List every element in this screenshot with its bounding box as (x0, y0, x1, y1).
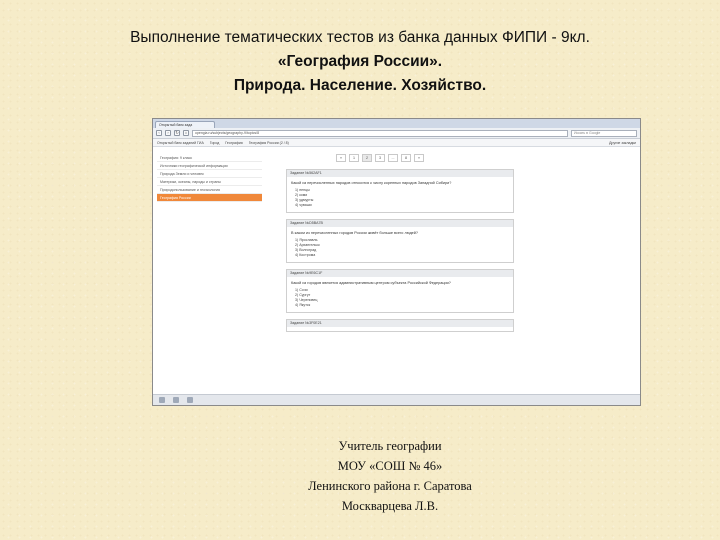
task-header: Задание №D5BA7B (287, 220, 513, 227)
author-school: МОУ «СОШ № 46» (337, 459, 443, 473)
sidebar-item-ecology[interactable]: Природопользование и геоэкология (157, 186, 262, 194)
pager-next[interactable]: » (414, 154, 424, 162)
tab-bar: Открытый банк зада (153, 119, 640, 128)
sidebar-item-russia[interactable]: География России (157, 194, 262, 202)
task-card: Задание №562AF1 Какой из перечисленных н… (286, 169, 514, 213)
author-name: Москварцева Л.В. (341, 499, 439, 513)
sidebar-item-sources[interactable]: Источники географической информации (157, 162, 262, 170)
other-bookmarks[interactable]: Другие закладки (609, 141, 636, 145)
task-card: Задание №9E6C1F Какой из городов являетс… (286, 269, 514, 313)
bookmark-item[interactable]: Город (210, 141, 219, 145)
browser-screenshot: Открытый банк зада ‹ › ↻ ⌂ opengia.ru/su… (152, 118, 641, 406)
sidebar: География: 9 класс Источники географичес… (153, 148, 266, 394)
navigation-bar: ‹ › ↻ ⌂ opengia.ru/subjects/geography-9/… (153, 128, 640, 139)
reload-icon[interactable]: ↻ (174, 130, 180, 136)
page-content: География: 9 класс Источники географичес… (153, 148, 640, 394)
sidebar-item-nature[interactable]: Природа Земли и человек (157, 170, 262, 178)
task-header: Задание №3F0E21 (287, 320, 513, 327)
title-line-2: «География России». (277, 53, 443, 70)
search-input[interactable]: Искать в Google (571, 129, 637, 137)
task-header: Задание №562AF1 (287, 170, 513, 177)
taskbar (153, 394, 640, 405)
task-card: Задание №3F0E21 (286, 319, 514, 332)
task-question: В каком из перечисленных городов России … (291, 231, 419, 235)
address-bar[interactable]: opengia.ru/subjects/geography-9/topics/8 (192, 129, 568, 137)
forward-icon[interactable]: › (165, 130, 171, 136)
pager-prev[interactable]: « (336, 154, 346, 162)
task-option[interactable]: 4) Кострома (287, 253, 513, 258)
sidebar-item-grade[interactable]: География: 9 класс (157, 154, 262, 162)
pager-page-current[interactable]: 2 (362, 154, 372, 162)
back-icon[interactable]: ‹ (156, 130, 162, 136)
title-line-1: Выполнение тематических тестов из банка … (130, 29, 590, 46)
task-card: Задание №D5BA7B В каком из перечисленных… (286, 219, 514, 263)
tasks-panel: « 1 2 3 ... 8 » Задание №562AF1 Какой из… (266, 148, 640, 394)
start-icon[interactable] (159, 397, 165, 403)
pager-page[interactable]: 8 (401, 154, 411, 162)
pager-ellipsis: ... (388, 154, 398, 162)
slide-title: Выполнение тематических тестов из банка … (60, 26, 660, 98)
author-district: Ленинского района г. Саратова (308, 479, 472, 493)
pager-page[interactable]: 1 (349, 154, 359, 162)
pager-page[interactable]: 3 (375, 154, 385, 162)
task-option[interactable]: 4) Якутск (287, 303, 513, 308)
task-header: Задание №9E6C1F (287, 270, 513, 277)
task-question: Какой из городов является административн… (291, 281, 451, 285)
sidebar-item-continents[interactable]: Материки, океаны, народы и страны (157, 178, 262, 186)
pagination: « 1 2 3 ... 8 » (286, 153, 632, 163)
explorer-icon[interactable] (173, 397, 179, 403)
browser-icon[interactable] (187, 397, 193, 403)
bookmark-item[interactable]: География (225, 141, 242, 145)
browser-tab[interactable]: Открытый банк зада (155, 121, 215, 128)
author-block: Учитель географии МОУ «СОШ № 46» Ленинск… (240, 436, 540, 516)
task-question: Какой из перечисленных народов относится… (291, 181, 452, 185)
home-icon[interactable]: ⌂ (183, 130, 189, 136)
bookmarks-bar: Открытый банк заданий ГИА Город Географи… (153, 139, 640, 147)
title-line-3: Природа. Население. Хозяйство. (233, 77, 487, 94)
bookmark-item[interactable]: География России (2 / 8) (249, 141, 289, 145)
bookmark-item[interactable]: Открытый банк заданий ГИА (157, 141, 204, 145)
task-option[interactable]: 4) чуваши (287, 203, 513, 208)
author-role: Учитель географии (338, 439, 442, 453)
